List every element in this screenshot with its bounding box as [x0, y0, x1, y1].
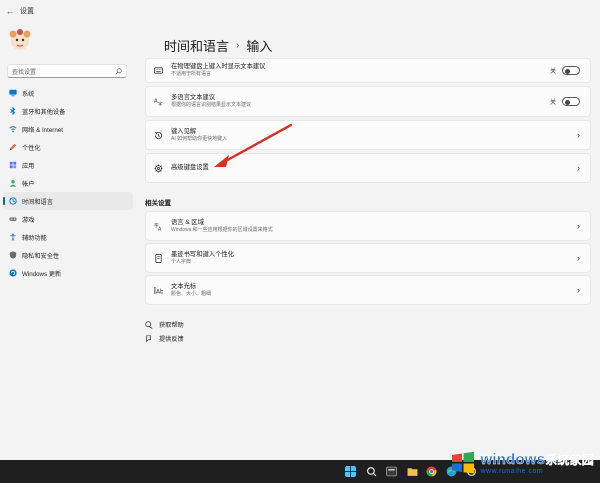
folder-icon[interactable] [407, 466, 418, 477]
watermark-brand: windows系统家园 [480, 451, 594, 468]
watermark-brand-suffix: 系统家园 [545, 453, 594, 467]
watermark: windows系统家园 www.runaihe.com [450, 444, 594, 482]
windows-logo-icon [452, 451, 475, 474]
start-icon[interactable] [345, 466, 356, 477]
explorer-icon[interactable] [386, 466, 397, 477]
watermark-url: www.runaihe.com [480, 468, 544, 475]
search-icon[interactable] [366, 466, 377, 477]
watermark-brand-word: windows [480, 451, 546, 468]
chrome-icon[interactable] [426, 466, 437, 477]
annotation-arrow [214, 123, 293, 167]
